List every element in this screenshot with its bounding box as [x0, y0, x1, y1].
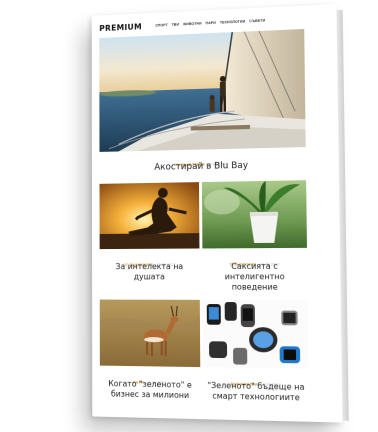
yoga-sunset-photo-icon	[99, 182, 200, 250]
card-title-4[interactable]: "Зеленото" бъдеще на смарт технологиите	[203, 381, 309, 404]
card-title-1[interactable]: За интелекта на душата	[100, 262, 200, 283]
nav-item-sport[interactable]: СПОРТ	[155, 23, 168, 28]
page-edge	[336, 9, 349, 422]
card-image-smartwatches[interactable]	[202, 299, 309, 369]
nav-item-tech[interactable]: ТЕХНОЛОГИИ	[220, 19, 245, 24]
nav-item-money[interactable]: ПАРИ	[206, 21, 216, 25]
nav-item-tips[interactable]: СЪВЕТИ	[249, 19, 265, 24]
card-title-2[interactable]: Саксията с интелигентно поведение	[202, 261, 307, 292]
nav-item-animals[interactable]: ЖИВОТНИ	[183, 21, 202, 26]
magazine-page: PREMIUM СПОРТ ТВИ ЖИВОТНИ ПАРИ ТЕХНОЛОГИ…	[91, 3, 349, 423]
hero-image[interactable]	[99, 28, 306, 152]
antelope-photo-icon	[99, 299, 201, 368]
smart-planter-photo-icon	[201, 180, 307, 249]
card-title-3[interactable]: Когато "зеленото" е бизнес за милиони	[100, 379, 201, 402]
mockup-stage: PREMIUM СПОРТ ТВИ ЖИВОТНИ ПАРИ ТЕХНОЛОГИ…	[0, 0, 378, 432]
card-image-antelope[interactable]	[99, 299, 201, 368]
main-nav: СПОРТ ТВИ ЖИВОТНИ ПАРИ ТЕХНОЛОГИИ СЪВЕТИ	[155, 19, 265, 28]
nav-item-tvi[interactable]: ТВИ	[172, 23, 179, 27]
card-image-planter[interactable]	[201, 180, 307, 249]
sailboat-photo-icon	[99, 28, 306, 152]
smartwatches-photo-icon	[202, 299, 309, 369]
card-image-yoga[interactable]	[99, 182, 200, 250]
site-logo[interactable]: PREMIUM	[99, 22, 142, 33]
